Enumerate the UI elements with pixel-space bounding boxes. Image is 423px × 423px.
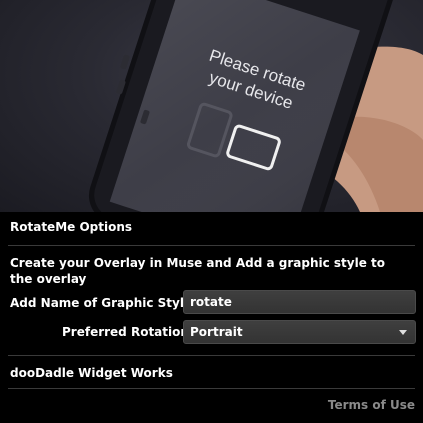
divider	[8, 388, 415, 389]
preferred-rotation-value: Portrait	[190, 325, 243, 339]
hero-image: Please rotate your device	[0, 0, 423, 212]
rotateme-options-panel: Please rotate your device RotateMe Optio…	[0, 0, 423, 423]
brand-name: dooDadle Widget Works	[10, 366, 173, 380]
preferred-rotation-label: Preferred Rotation	[62, 325, 189, 339]
divider	[8, 245, 415, 246]
divider	[8, 355, 415, 356]
graphic-style-label: Add Name of Graphic Style	[10, 296, 193, 310]
terms-of-use-link[interactable]: Terms of Use	[328, 398, 415, 412]
panel-title: RotateMe Options	[10, 220, 133, 234]
instructions-text: Create your Overlay in Muse and Add a gr…	[10, 256, 385, 286]
chevron-down-icon	[399, 330, 407, 335]
preferred-rotation-select[interactable]: Portrait	[183, 320, 416, 344]
graphic-style-value: rotate	[190, 295, 232, 309]
phone-illustration: Please rotate your device	[88, 0, 423, 212]
graphic-style-input[interactable]: rotate	[183, 290, 416, 314]
